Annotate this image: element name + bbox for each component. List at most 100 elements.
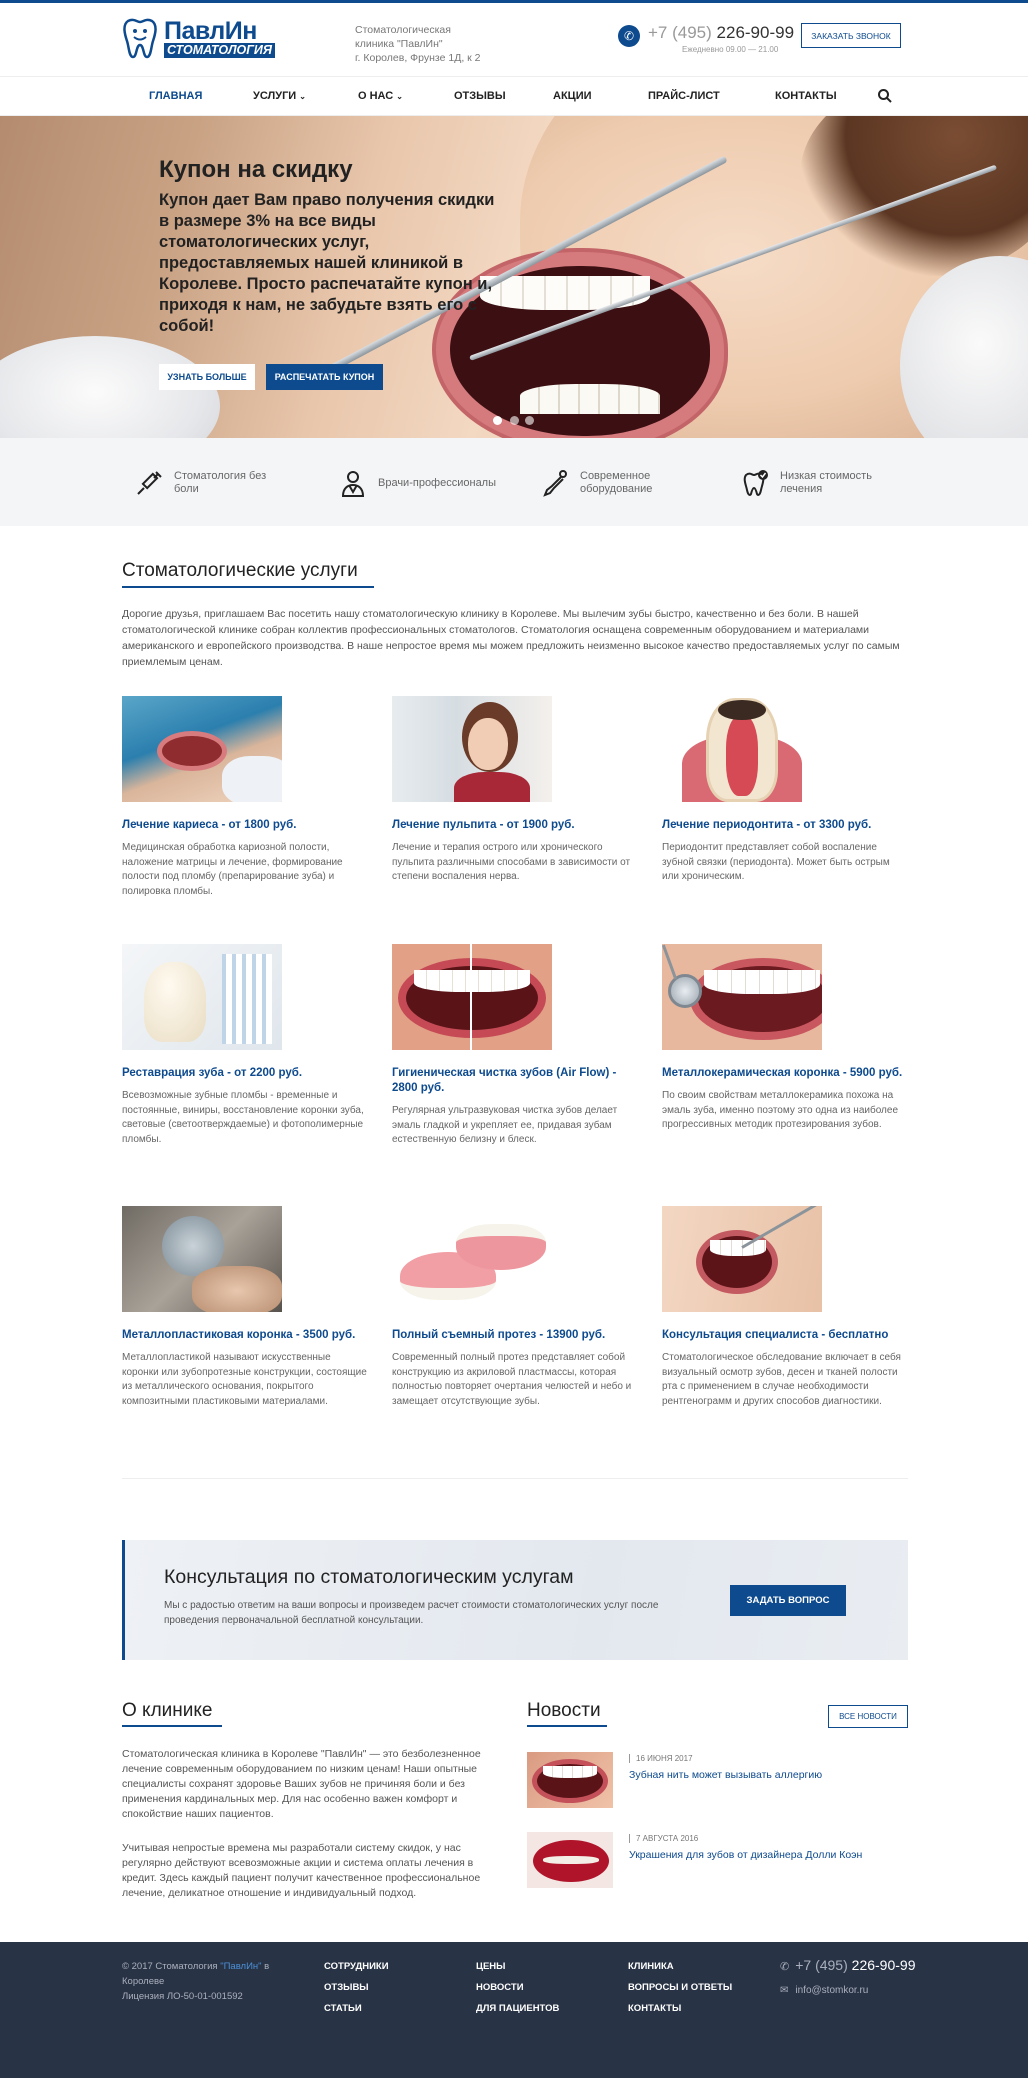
footer-link-prices[interactable]: ЦЕНЫ — [476, 1961, 505, 1972]
slider-dot-3[interactable] — [525, 416, 534, 425]
phone-number: 226-90-99 — [851, 1957, 916, 1973]
nav-promotions[interactable]: АКЦИИ — [553, 90, 592, 102]
service-image-airflow[interactable] — [392, 944, 552, 1050]
doctor-icon — [341, 471, 365, 497]
title-underline — [527, 1725, 607, 1727]
about-paragraph-2: Учитывая непростые времена мы разработал… — [122, 1842, 481, 1899]
about-title: О клинике — [122, 1700, 213, 1721]
service-image-denture[interactable] — [392, 1206, 552, 1312]
clinic-line-2: клиника "ПавлИн" — [355, 38, 443, 50]
header-phone[interactable]: +7 (495) 226-90-99 — [648, 23, 794, 43]
license-text: Лицензия ЛО-50-01-001592 — [122, 1991, 243, 2002]
print-coupon-button[interactable]: РАСПЕЧАТАТЬ КУПОН — [266, 364, 383, 390]
service-title[interactable]: Гигиеническая чистка зубов (Air Flow) - … — [392, 1066, 637, 1096]
service-card[interactable]: Консультация специалиста - бесплатно Сто… — [662, 1206, 907, 1409]
footer-link-news[interactable]: НОВОСТИ — [476, 1982, 524, 1993]
footer-link-reviews[interactable]: ОТЗЫВЫ — [324, 1982, 369, 1993]
copyright-text: © 2017 Стоматология — [122, 1961, 218, 1972]
service-image-restoration[interactable] — [122, 944, 282, 1050]
news-link[interactable]: Зубная нить может вызывать аллергию — [629, 1769, 822, 1781]
all-news-button[interactable]: ВСЕ НОВОСТИ — [828, 1705, 908, 1728]
service-desc: Всевозможные зубные пломбы - временные и… — [122, 1090, 364, 1145]
service-image-periodontitis[interactable] — [662, 696, 822, 802]
chevron-down-icon: ⌄ — [299, 92, 306, 101]
nav-about-label: О НАС — [358, 90, 394, 102]
service-desc: По своим свойствам металлокерамика похож… — [662, 1090, 899, 1130]
site-logo[interactable]: ПавлИн СТОМАТОЛОГИЯ — [122, 14, 300, 62]
feature-label: Современное оборудование — [580, 470, 653, 495]
callback-button[interactable]: ЗАКАЗАТЬ ЗВОНОК — [801, 23, 901, 48]
nav-contacts[interactable]: КОНТАКТЫ — [775, 90, 837, 102]
service-card[interactable]: Лечение пульпита - от 1900 руб. Лечение … — [392, 696, 637, 885]
service-card[interactable]: Лечение периодонтита - от 3300 руб. Пери… — [662, 696, 907, 885]
service-card[interactable]: Полный съемный протез - 13900 руб. Совре… — [392, 1206, 637, 1409]
clinic-line-3: г. Королев, Фрунзе 1Д, к 2 — [355, 52, 481, 64]
service-desc: Современный полный протез представляет с… — [392, 1352, 632, 1407]
top-accent-line — [0, 0, 1028, 3]
service-card[interactable]: Реставрация зуба - от 2200 руб. Всевозмо… — [122, 944, 367, 1147]
mail-icon: ✉ — [780, 1985, 789, 1996]
footer-email[interactable]: ✉ info@stomkor.ru — [780, 1985, 868, 1996]
main-nav: ГЛАВНАЯ УСЛУГИ ⌄ О НАС ⌄ ОТЗЫВЫ АКЦИИ ПР… — [0, 76, 1028, 116]
clinic-address: Стоматологическая клиника "ПавлИн" г. Ко… — [355, 23, 515, 65]
slider-dot-1[interactable] — [493, 416, 502, 425]
service-title[interactable]: Консультация специалиста - бесплатно — [662, 1328, 907, 1343]
service-card[interactable]: Металлокерамическая коронка - 5900 руб. … — [662, 944, 907, 1133]
feature-low-cost: Низкая стоимость лечения — [740, 468, 895, 498]
footer-phone[interactable]: ✆ +7 (495) 226-90-99 — [780, 1957, 915, 1973]
service-image-metal-plastic[interactable] — [122, 1206, 282, 1312]
service-title[interactable]: Лечение кариеса - от 1800 руб. — [122, 818, 367, 833]
news-image[interactable] — [527, 1832, 613, 1888]
footer-link-articles[interactable]: СТАТЬИ — [324, 2003, 362, 2014]
service-card[interactable]: Лечение кариеса - от 1800 руб. Медицинск… — [122, 696, 367, 899]
consultation-text: Мы с радостью ответим на ваши вопросы и … — [164, 1600, 659, 1626]
news-item[interactable]: 16 ИЮНЯ 2017 Зубная нить может вызывать … — [527, 1752, 822, 1808]
news-date: 16 ИЮНЯ 2017 — [629, 1754, 822, 1763]
service-card[interactable]: Металлопластиковая коронка - 3500 руб. М… — [122, 1206, 367, 1409]
service-image-consultation[interactable] — [662, 1206, 822, 1312]
footer-link-contacts[interactable]: КОНТАКТЫ — [628, 2003, 681, 2014]
working-hours: Ежедневно 09.00 — 21.00 — [682, 45, 779, 54]
tooth-logo-icon — [123, 18, 157, 59]
learn-more-button[interactable]: УЗНАТЬ БОЛЬШЕ — [159, 364, 255, 390]
email-text: info@stomkor.ru — [795, 1985, 869, 1996]
phone-number: 226-90-99 — [716, 23, 795, 42]
slider-dot-2[interactable] — [510, 416, 519, 425]
news-title: Новости — [527, 1700, 601, 1721]
service-title[interactable]: Реставрация зуба - от 2200 руб. — [122, 1066, 367, 1081]
ask-question-button[interactable]: ЗАДАТЬ ВОПРОС — [730, 1585, 846, 1616]
nav-reviews[interactable]: ОТЗЫВЫ — [454, 90, 506, 102]
footer-link-faq[interactable]: ВОПРОСЫ И ОТВЕТЫ — [628, 1982, 732, 1993]
hero-title: Купон на скидку — [159, 156, 353, 183]
service-desc: Регулярная ультразвуковая чистка зубов д… — [392, 1105, 618, 1145]
search-icon[interactable] — [877, 88, 893, 104]
service-image-caries[interactable] — [122, 696, 282, 802]
copyright-link[interactable]: "ПавлИн" — [220, 1961, 261, 1972]
nav-services[interactable]: УСЛУГИ ⌄ — [253, 90, 306, 102]
footer-link-clinic[interactable]: КЛИНИКА — [628, 1961, 674, 1972]
service-desc: Лечение и терапия острого или хроническо… — [392, 842, 631, 882]
tooth-check-icon — [743, 470, 768, 496]
feature-equipment: Современное оборудование — [540, 468, 695, 498]
service-title[interactable]: Полный съемный протез - 13900 руб. — [392, 1328, 637, 1343]
footer-link-staff[interactable]: СОТРУДНИКИ — [324, 1961, 389, 1972]
chevron-down-icon: ⌄ — [396, 92, 403, 101]
service-title[interactable]: Металлопластиковая коронка - 3500 руб. — [122, 1328, 367, 1343]
news-item[interactable]: 7 АВГУСТА 2016 Украшения для зубов от ди… — [527, 1832, 862, 1888]
service-title[interactable]: Лечение периодонтита - от 3300 руб. — [662, 818, 907, 833]
footer-link-patients[interactable]: ДЛЯ ПАЦИЕНТОВ — [476, 2003, 559, 2014]
service-title[interactable]: Металлокерамическая коронка - 5900 руб. — [662, 1066, 907, 1081]
service-image-pulpitis[interactable] — [392, 696, 552, 802]
services-intro: Дорогие друзья, приглашаем Вас посетить … — [122, 608, 900, 668]
news-image[interactable] — [527, 1752, 613, 1808]
dental-drill-icon — [543, 470, 567, 497]
nav-home[interactable]: ГЛАВНАЯ — [149, 90, 202, 102]
service-title[interactable]: Лечение пульпита - от 1900 руб. — [392, 818, 637, 833]
service-desc: Стоматологическое обследование включает … — [662, 1352, 901, 1407]
nav-price-list[interactable]: ПРАЙС-ЛИСТ — [648, 90, 720, 102]
service-card[interactable]: Гигиеническая чистка зубов (Air Flow) - … — [392, 944, 637, 1148]
nav-about[interactable]: О НАС ⌄ — [358, 90, 403, 102]
service-image-metal-ceramic[interactable] — [662, 944, 822, 1050]
feature-doctors: Врачи-профессионалы — [338, 468, 508, 498]
news-link[interactable]: Украшения для зубов от дизайнера Долли К… — [629, 1849, 862, 1861]
